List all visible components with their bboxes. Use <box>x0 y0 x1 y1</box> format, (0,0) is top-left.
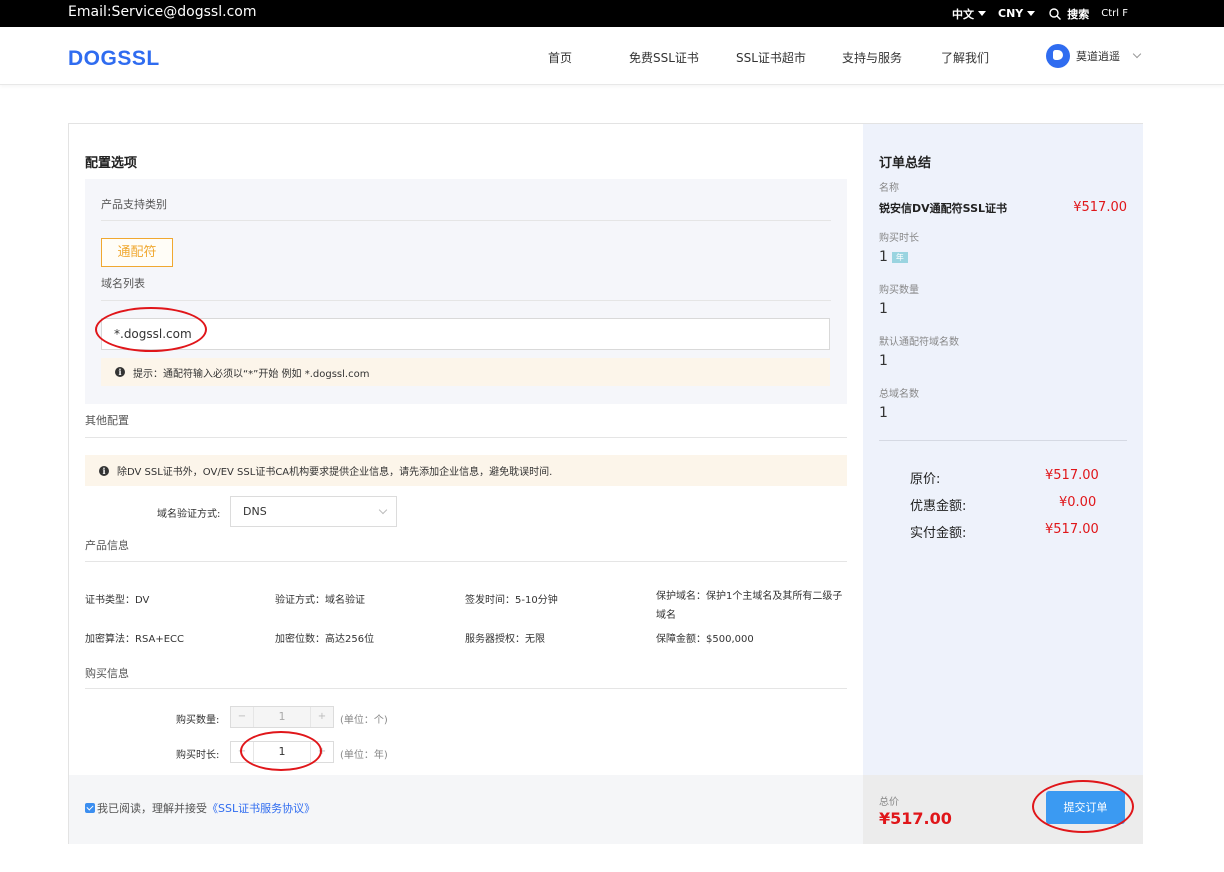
default-wildcard-label: 默认通配符域名数 <box>879 337 959 348</box>
quantity-stepper[interactable]: − 1 + <box>230 706 334 728</box>
discount-value: ¥0.00 <box>1059 495 1097 510</box>
avatar <box>1046 44 1070 68</box>
main-navbar: DOGSSL 首页 免费SSL证书 SSL证书超市 支持与服务 了解我们 莫道逍… <box>0 27 1224 85</box>
search-icon <box>1049 7 1062 20</box>
original-price-label: 原价: <box>910 472 941 487</box>
top-bar: Email:Service@dogssl.com 中文 CNY 搜索 Ctrl … <box>0 0 1224 27</box>
quantity-value[interactable]: 1 <box>253 707 311 727</box>
quantity-unit: (单位：个) <box>340 715 388 726</box>
default-wildcard-value: 1 <box>879 353 888 369</box>
currency-selector[interactable]: CNY <box>998 7 1036 20</box>
total-domains-label: 总域名数 <box>879 389 919 400</box>
service-agreement-link[interactable]: 《SSL证书服务协议》 <box>207 802 315 815</box>
original-price-value: ¥517.00 <box>1045 468 1099 483</box>
search-shortcut: Ctrl F <box>1101 8 1128 19</box>
divider <box>101 300 831 301</box>
minus-icon[interactable]: − <box>231 707 253 727</box>
caret-down-icon <box>1027 11 1036 16</box>
divider <box>85 437 847 438</box>
name-label: 名称 <box>879 183 899 194</box>
info-warranty: 保障金额：$500,000 <box>656 634 754 645</box>
total-value: ¥517.00 <box>879 809 952 828</box>
quantity-label: 购买数量: <box>176 715 220 726</box>
enterprise-tip: i 除DV SSL证书外，OV/EV SSL证书CA机构要求提供企业信息，请先添… <box>85 455 847 486</box>
wildcard-type-button[interactable]: 通配符 <box>101 238 173 267</box>
search-button[interactable]: 搜索 <box>1049 6 1089 22</box>
config-title: 配置选项 <box>85 156 138 171</box>
info-icon: i <box>115 367 125 377</box>
year-tag: 年 <box>891 251 908 263</box>
verify-method-select[interactable]: DNS <box>230 496 397 527</box>
duration-summary-value: 1年 <box>879 249 908 265</box>
domain-tip: i 提示：通配符输入必须以“*”开始 例如 *.dogssl.com <box>101 358 830 386</box>
nav-ssl-market[interactable]: SSL证书超市 <box>736 49 806 66</box>
site-logo[interactable]: DOGSSL <box>68 47 160 71</box>
caret-down-icon <box>978 11 987 16</box>
paid-amount-value: ¥517.00 <box>1045 522 1099 537</box>
plus-icon[interactable]: + <box>311 707 333 727</box>
info-key-length: 加密位数：高达256位 <box>275 634 375 645</box>
annotation-ring <box>1032 780 1134 833</box>
contact-email[interactable]: Email:Service@dogssl.com <box>68 4 256 20</box>
purchase-info-label: 购买信息 <box>85 667 129 680</box>
annotation-ring <box>95 307 207 352</box>
product-info-label: 产品信息 <box>85 539 129 552</box>
nav-support[interactable]: 支持与服务 <box>842 49 902 66</box>
order-card: 配置选项 产品支持类别 通配符 域名列表 *.dogssl.com i 提示：通… <box>68 123 1143 844</box>
language-selector[interactable]: 中文 <box>952 6 987 22</box>
divider <box>101 220 831 221</box>
agreement-text: 我已阅读，理解并接受《SSL证书服务协议》 <box>97 802 316 815</box>
annotation-ring <box>240 731 322 771</box>
nav-free-ssl[interactable]: 免费SSL证书 <box>629 49 699 66</box>
nav-about[interactable]: 了解我们 <box>941 49 989 66</box>
other-config-label: 其他配置 <box>85 414 129 427</box>
chevron-down-icon <box>1132 49 1142 59</box>
info-cert-type: 证书类型：DV <box>85 595 150 606</box>
info-issue-time: 签发时间：5-10分钟 <box>465 595 558 606</box>
chevron-down-icon <box>378 505 388 515</box>
config-panel: 配置选项 产品支持类别 通配符 域名列表 *.dogssl.com i 提示：通… <box>69 124 863 775</box>
info-icon: i <box>99 465 109 476</box>
product-price: ¥517.00 <box>1073 200 1127 215</box>
duration-label: 购买时长: <box>176 750 220 761</box>
duration-unit: (单位：年) <box>340 750 388 761</box>
quantity-summary-value: 1 <box>879 301 888 317</box>
divider <box>85 688 847 689</box>
nav-home[interactable]: 首页 <box>548 49 572 66</box>
info-server-license: 服务器授权：无限 <box>465 634 545 645</box>
paid-amount-label: 实付金额: <box>910 526 967 541</box>
domain-input[interactable]: *.dogssl.com <box>101 318 830 350</box>
product-type-label: 产品支持类别 <box>101 198 167 211</box>
total-domains-value: 1 <box>879 405 888 421</box>
product-name: 锐安信DV通配符SSL证书 <box>879 202 1008 215</box>
verify-method-label: 域名验证方式: <box>157 509 221 520</box>
divider <box>879 440 1127 441</box>
order-summary: 订单总结 名称 锐安信DV通配符SSL证书 ¥517.00 购买时长 1年 购买… <box>863 124 1143 775</box>
domain-list-label: 域名列表 <box>101 277 145 290</box>
user-menu[interactable]: 莫道逍遥 <box>1046 44 1142 68</box>
info-protected-domains: 保护域名：保护1个主域名及其所有二级子域名 <box>656 591 843 621</box>
divider <box>85 561 847 562</box>
info-encryption: 加密算法：RSA+ECC <box>85 634 184 645</box>
summary-title: 订单总结 <box>879 156 932 171</box>
user-name: 莫道逍遥 <box>1076 50 1120 63</box>
discount-label: 优惠金额: <box>910 499 967 514</box>
duration-summary-label: 购买时长 <box>879 233 919 244</box>
info-verify-method: 验证方式：域名验证 <box>275 595 365 606</box>
top-bar-actions: 中文 CNY 搜索 Ctrl F <box>952 0 1128 27</box>
total-label: 总价 <box>879 797 899 808</box>
agree-checkbox[interactable] <box>85 803 95 813</box>
quantity-summary-label: 购买数量 <box>879 285 919 296</box>
